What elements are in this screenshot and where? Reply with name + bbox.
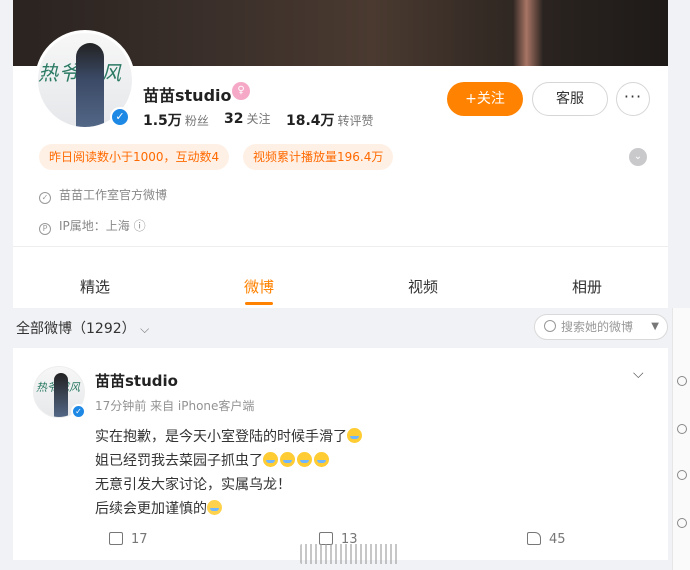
more-icon[interactable]: ··· — [616, 82, 650, 116]
verified-icon: ✓ — [110, 107, 130, 127]
location-icon: P — [39, 223, 51, 235]
post-line-2: 姐已经罚我去菜园子抓虫了 — [95, 450, 331, 470]
chevron-down-icon: ⌵ — [140, 322, 150, 336]
follow-button[interactable]: +关注 — [447, 82, 523, 116]
crying-emoji — [347, 428, 362, 443]
search-icon — [544, 320, 556, 332]
tab-weibo[interactable]: 微博 — [219, 276, 299, 297]
crying-emoji — [263, 452, 278, 467]
profile-card: 热爷成风 ✓ 苗苗studio ♀ 1.5万粉丝 32关注 18.4万转评赞 +… — [13, 30, 668, 308]
verified-icon: ✓ — [71, 404, 86, 419]
search-scope-dropdown-icon[interactable]: ▼ — [651, 315, 659, 339]
shield-icon: ✓ — [39, 192, 51, 204]
repost-button[interactable]: 17 — [109, 532, 148, 547]
crying-emoji — [297, 452, 312, 467]
verification-text: 苗苗工作室官方微博 — [59, 188, 168, 202]
post-line-4: 后续会更加谨慎的 — [95, 498, 224, 518]
like-icon — [527, 532, 541, 545]
ip-location-text: IP属地：上海 ⓘ — [59, 219, 146, 233]
video-plays-tag: 视频累计播放量196.4万 — [243, 144, 394, 170]
expand-chevron-icon[interactable]: ⌄ — [629, 148, 647, 166]
member-badge-icon[interactable]: ♀ — [232, 82, 250, 100]
post-author[interactable]: 苗苗studio — [95, 370, 178, 391]
post-card: 热爷成风 ✓ 苗苗studio 17分钟前 来自 iPhone客户端 ⌵ 实在抱… — [13, 348, 668, 560]
verification-row: ✓ 苗苗工作室官方微博 — [39, 186, 167, 204]
refresh-icon[interactable] — [677, 376, 687, 386]
tab-featured[interactable]: 精选 — [55, 276, 135, 297]
divider — [13, 246, 668, 247]
crying-emoji — [314, 452, 329, 467]
feedback-icon[interactable] — [677, 424, 687, 434]
customer-service-button[interactable]: 客服 — [532, 82, 608, 116]
tab-album[interactable]: 相册 — [547, 276, 627, 297]
stat-following[interactable]: 32 关注 — [224, 110, 271, 127]
like-button[interactable]: 45 — [527, 532, 566, 547]
close-icon[interactable] — [677, 518, 687, 528]
tab-video[interactable]: 视频 — [383, 276, 463, 297]
repost-icon — [109, 532, 123, 545]
sad-emoji — [207, 500, 222, 515]
right-edge-strip — [672, 308, 690, 570]
search-placeholder: 搜索她的微博 — [561, 320, 634, 334]
post-meta: 17分钟前 来自 iPhone客户端 — [95, 399, 255, 413]
more-icon[interactable] — [677, 470, 687, 480]
reading-stats-tag: 昨日阅读数小于1000，互动数4 — [39, 144, 230, 170]
search-input[interactable]: 搜索她的微博 ▼ — [534, 314, 668, 340]
profile-name: 苗苗studio — [143, 86, 232, 105]
post-line-3: 无意引发大家讨论，实属乌龙！ — [95, 477, 291, 493]
ip-location-row: P IP属地：上海 ⓘ — [39, 217, 146, 235]
stat-fans[interactable]: 1.5万 粉丝 — [143, 110, 209, 130]
post-line-1: 实在抱歉，是今天小室登陆的时候手滑了 — [95, 426, 364, 446]
watermark — [300, 544, 400, 564]
active-tab-indicator — [245, 302, 273, 305]
stat-reposts-comments-likes: 18.4万 转评赞 — [286, 113, 374, 129]
all-weibo-filter[interactable]: 全部微博（1292） ⌵ — [16, 318, 149, 338]
crying-emoji — [280, 452, 295, 467]
post-options-chevron-icon[interactable]: ⌵ — [633, 366, 644, 382]
